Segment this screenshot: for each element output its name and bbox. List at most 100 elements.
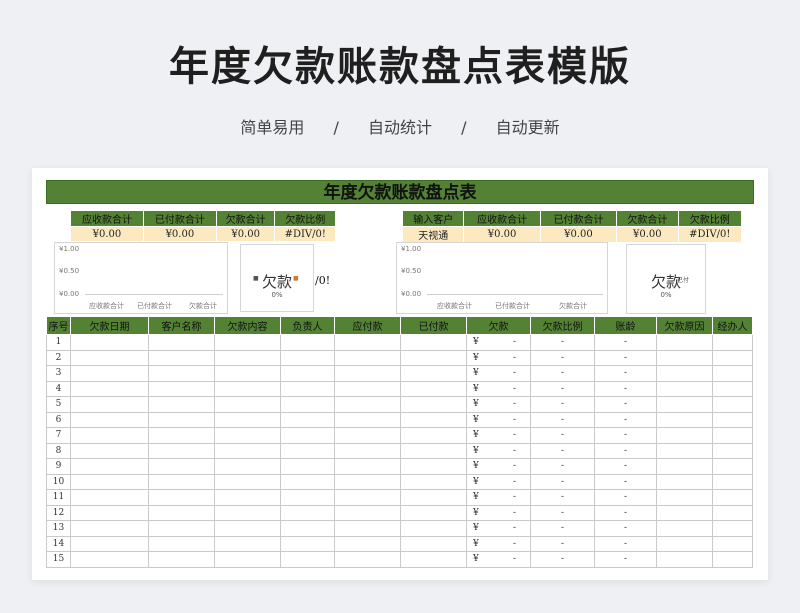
table-cell[interactable] [70,365,149,382]
debt-ratio-cell[interactable]: - [530,411,595,428]
table-cell[interactable] [148,380,215,397]
table-cell[interactable] [148,520,215,537]
column-header[interactable]: 欠款原因 [656,316,713,335]
table-cell[interactable] [214,442,281,459]
table-cell[interactable] [214,349,281,366]
table-cell[interactable] [400,473,467,490]
table-cell[interactable] [214,489,281,506]
debt-amount-cell[interactable]: ¥ - [466,365,531,382]
summary-value[interactable]: ¥0.00 [616,226,679,243]
table-cell[interactable] [334,535,401,552]
aging-cell[interactable]: - [594,520,657,537]
debt-ratio-cell[interactable]: - [530,473,595,490]
table-cell[interactable] [334,504,401,521]
table-cell[interactable] [280,411,335,428]
table-cell[interactable] [70,504,149,521]
table-cell[interactable] [334,427,401,444]
aging-cell[interactable]: - [594,473,657,490]
table-cell[interactable] [214,334,281,351]
table-cell[interactable] [148,551,215,568]
table-cell[interactable] [656,458,713,475]
aging-cell[interactable]: - [594,458,657,475]
table-cell[interactable] [70,411,149,428]
debt-amount-cell[interactable]: ¥ - [466,442,531,459]
aging-cell[interactable]: - [594,504,657,521]
debt-amount-cell[interactable]: ¥ - [466,411,531,428]
table-cell[interactable] [400,365,467,382]
table-cell[interactable] [214,427,281,444]
aging-cell[interactable]: - [594,365,657,382]
table-cell[interactable] [214,458,281,475]
table-cell[interactable] [712,365,753,382]
table-cell[interactable] [70,349,149,366]
column-header[interactable]: 欠款内容 [214,316,281,335]
table-cell[interactable] [656,380,713,397]
table-cell[interactable] [712,411,753,428]
table-cell[interactable] [712,334,753,351]
debt-amount-cell[interactable]: ¥ - [466,504,531,521]
table-cell[interactable] [712,473,753,490]
table-cell[interactable] [334,365,401,382]
debt-ratio-cell[interactable]: - [530,334,595,351]
table-cell[interactable] [400,551,467,568]
debt-amount-cell[interactable]: ¥ - [466,473,531,490]
table-cell[interactable] [400,349,467,366]
debt-ratio-cell[interactable]: - [530,365,595,382]
table-cell[interactable] [70,380,149,397]
table-cell[interactable] [148,365,215,382]
table-cell[interactable] [70,396,149,413]
table-cell[interactable] [148,535,215,552]
table-cell[interactable] [712,551,753,568]
table-cell[interactable] [334,473,401,490]
debt-ratio-cell[interactable]: - [530,442,595,459]
table-cell[interactable] [148,349,215,366]
aging-cell[interactable]: - [594,396,657,413]
table-cell[interactable] [214,551,281,568]
row-number-cell[interactable]: 4 [46,380,71,397]
column-header[interactable]: 欠款日期 [70,316,149,335]
row-number-cell[interactable]: 14 [46,535,71,552]
aging-cell[interactable]: - [594,334,657,351]
summary-value[interactable]: #DIV/0! [677,226,743,243]
table-cell[interactable] [280,458,335,475]
debt-ratio-cell[interactable]: - [530,520,595,537]
debt-amount-cell[interactable]: ¥ - [466,520,531,537]
table-cell[interactable] [214,520,281,537]
column-header[interactable]: 欠款 [466,316,531,335]
table-cell[interactable] [334,380,401,397]
table-cell[interactable] [712,489,753,506]
table-cell[interactable] [334,458,401,475]
aging-cell[interactable]: - [594,535,657,552]
table-cell[interactable] [148,458,215,475]
bar-chart-left[interactable]: ¥1.00 ¥0.50 ¥0.00 应收款合计 已付款合计 欠款合计 [54,242,228,314]
table-cell[interactable] [214,396,281,413]
column-header[interactable]: 客户名称 [148,316,215,335]
bar-chart-right[interactable]: ¥1.00 ¥0.50 ¥0.00 应收款合计 已付款合计 欠款合计 [396,242,608,314]
table-cell[interactable] [400,504,467,521]
table-cell[interactable] [334,551,401,568]
table-cell[interactable] [656,551,713,568]
pie-chart-left[interactable]: 欠款 0% ■ ■ [240,244,314,312]
table-cell[interactable] [712,504,753,521]
debt-ratio-cell[interactable]: - [530,535,595,552]
table-cell[interactable] [400,520,467,537]
table-cell[interactable] [70,535,149,552]
table-cell[interactable] [400,535,467,552]
column-header[interactable]: 序号 [46,316,71,335]
table-cell[interactable] [70,520,149,537]
row-number-cell[interactable]: 7 [46,427,71,444]
table-cell[interactable] [214,504,281,521]
table-cell[interactable] [280,504,335,521]
table-cell[interactable] [280,349,335,366]
table-cell[interactable] [400,396,467,413]
row-number-cell[interactable]: 5 [46,396,71,413]
table-cell[interactable] [70,551,149,568]
aging-cell[interactable]: - [594,380,657,397]
debt-amount-cell[interactable]: ¥ - [466,535,531,552]
table-cell[interactable] [334,489,401,506]
table-cell[interactable] [400,442,467,459]
table-cell[interactable] [280,520,335,537]
debt-amount-cell[interactable]: ¥ - [466,380,531,397]
row-number-cell[interactable]: 6 [46,411,71,428]
table-cell[interactable] [214,365,281,382]
